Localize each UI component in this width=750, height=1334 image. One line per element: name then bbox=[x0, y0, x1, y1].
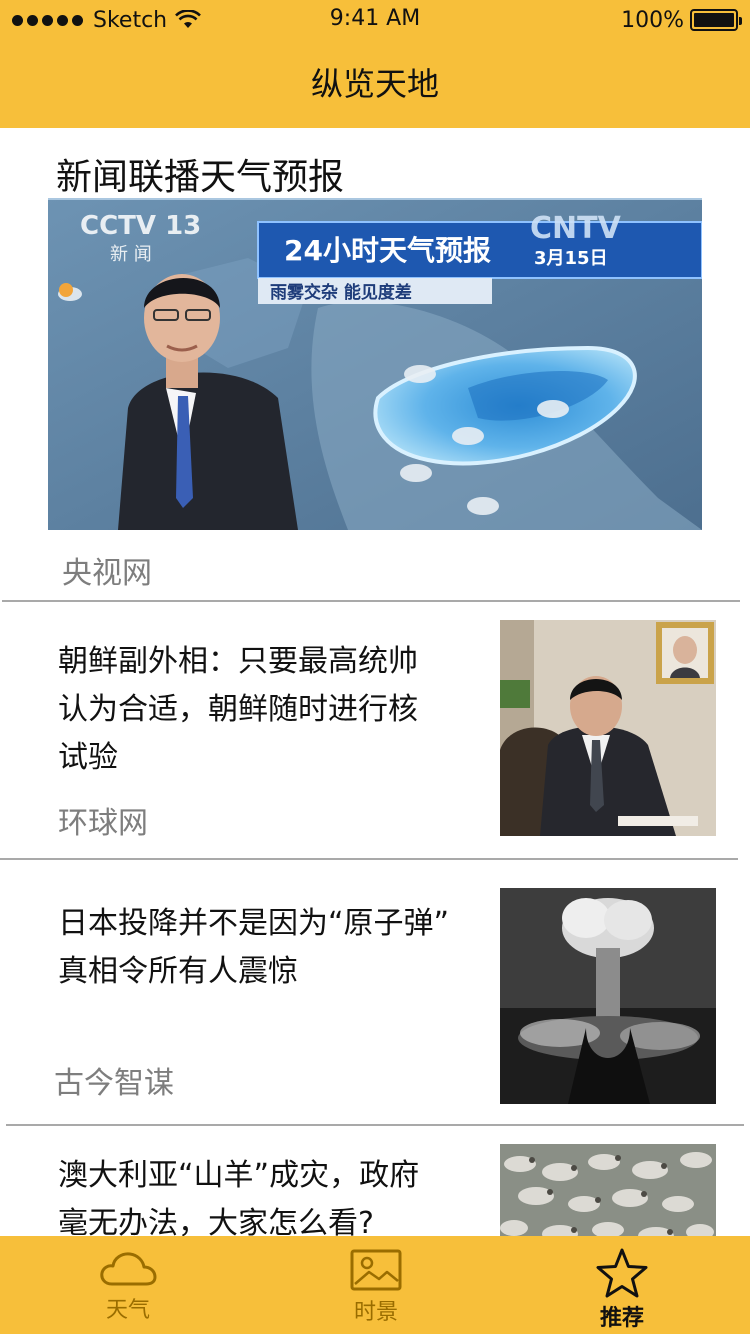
battery-icon bbox=[690, 9, 742, 31]
divider bbox=[0, 858, 738, 860]
nav-bar: 纵览天地 bbox=[0, 40, 750, 128]
divider bbox=[2, 600, 740, 602]
tab-recommend[interactable]: 推荐 bbox=[552, 1236, 692, 1334]
channel-logo: CCTV 13 bbox=[80, 211, 201, 241]
news-title[interactable]: 澳大利亚“山羊”成灾，政府 毫无办法，大家怎么看? bbox=[58, 1152, 419, 1236]
news-title-line: 日本投降并不是因为“原子弹” bbox=[58, 906, 450, 941]
feature-source: 央视网 bbox=[62, 556, 152, 591]
tab-label: 天气 bbox=[105, 1298, 150, 1323]
channel-sub: 新 闻 bbox=[110, 244, 152, 265]
page-title: 纵览天地 bbox=[310, 65, 439, 103]
news-title[interactable]: 日本投降并不是因为“原子弹” 真相令所有人震惊 bbox=[58, 900, 449, 996]
status-bar: Sketch 9:41 AM 100% bbox=[0, 0, 750, 40]
corner-logo: CNTV bbox=[530, 211, 622, 246]
news-title-line: 毫无办法，大家怎么看? bbox=[58, 1206, 374, 1236]
news-thumbnail[interactable] bbox=[500, 888, 716, 1104]
news-title-line: 澳大利亚“山羊”成灾，政府 bbox=[58, 1158, 420, 1193]
news-title-line: 朝鲜副外相：只要最高统帅 bbox=[58, 644, 418, 679]
status-right: 100% bbox=[621, 6, 742, 34]
tab-label: 推荐 bbox=[599, 1306, 644, 1331]
tab-weather[interactable]: 天气 bbox=[58, 1236, 198, 1334]
battery-percent: 100% bbox=[621, 7, 684, 33]
tab-bar: 天气 时景 推荐 bbox=[0, 1236, 750, 1334]
feature-image[interactable]: CCTV 13 新 闻 24小时天气预报 CNTV 3月15日 雨雾交杂 能见度… bbox=[48, 198, 702, 530]
cloud-icon bbox=[100, 1252, 157, 1286]
tab-scenery[interactable]: 时景 bbox=[306, 1236, 446, 1334]
news-source: 古今智谋 bbox=[54, 1066, 174, 1101]
image-icon bbox=[350, 1249, 402, 1291]
tab-label: 时景 bbox=[353, 1300, 398, 1325]
feature-title[interactable]: 新闻联播天气预报 bbox=[56, 148, 344, 200]
star-icon bbox=[596, 1248, 648, 1298]
news-source: 环球网 bbox=[58, 806, 148, 841]
news-thumbnail[interactable] bbox=[500, 620, 716, 836]
news-thumbnail[interactable] bbox=[500, 1144, 716, 1236]
banner-date: 3月15日 bbox=[534, 248, 608, 269]
news-title[interactable]: 朝鲜副外相：只要最高统帅 认为合适，朝鲜随时进行核 试验 bbox=[58, 638, 418, 782]
divider bbox=[6, 1124, 744, 1126]
banner-title: 24小时天气预报 bbox=[284, 234, 491, 267]
news-feed[interactable]: 新闻联播天气预报 CCTV 13 新 闻 24小时天气预报 CNTV 3月15日… bbox=[0, 128, 750, 1236]
banner-sub: 雨雾交杂 能见度差 bbox=[270, 282, 412, 303]
news-title-line: 认为合适，朝鲜随时进行核 bbox=[58, 692, 418, 727]
weather-broadcast-image: CCTV 13 新 闻 24小时天气预报 CNTV 3月15日 雨雾交杂 能见度… bbox=[48, 198, 702, 530]
news-title-line: 试验 bbox=[58, 740, 118, 775]
news-title-line: 真相令所有人震惊 bbox=[58, 954, 298, 989]
